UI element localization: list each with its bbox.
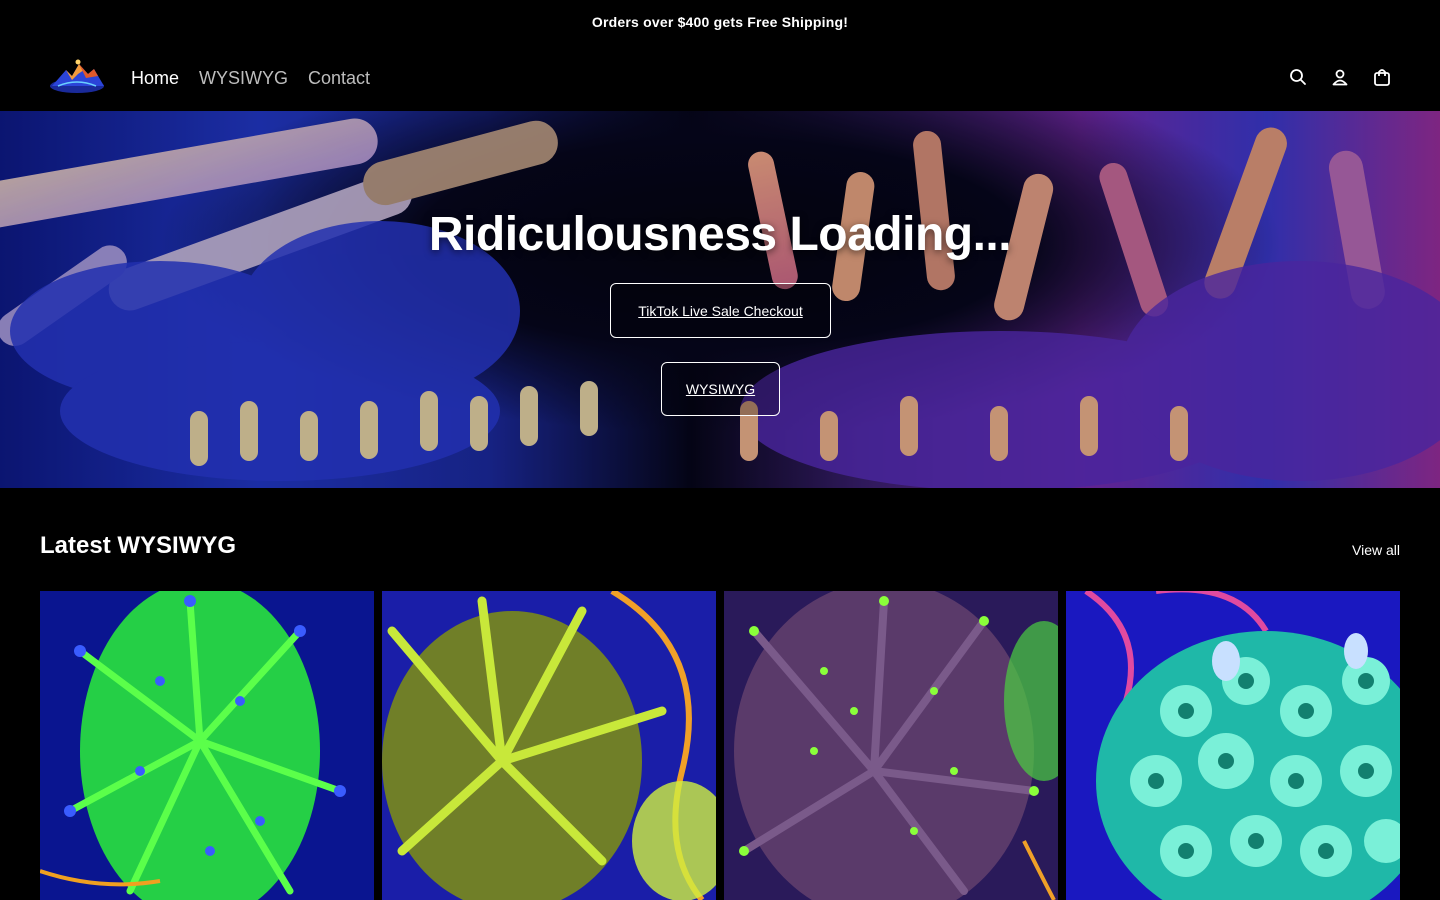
hero-banner: Ridiculousness Loading... TikTok Live Sa… xyxy=(0,111,1440,488)
main-nav: Home WYSIWYG Contact xyxy=(131,64,370,92)
product-image-purple-torch xyxy=(724,591,1058,900)
product-card[interactable] xyxy=(40,591,374,900)
coral-mountain-logo-icon[interactable] xyxy=(48,56,106,96)
product-image-yellow-torch xyxy=(382,591,716,900)
nav-item-home[interactable]: Home xyxy=(131,64,179,92)
product-card[interactable] xyxy=(1066,591,1400,900)
view-all-link[interactable]: View all xyxy=(1352,542,1400,558)
product-card[interactable] xyxy=(382,591,716,900)
announcement-text: Orders over $400 gets Free Shipping! xyxy=(591,14,849,30)
search-icon[interactable] xyxy=(1288,66,1308,88)
site-header: Home WYSIWYG Contact xyxy=(0,44,1440,111)
product-image-teal-zoanthid xyxy=(1066,591,1400,900)
product-image-green-torch xyxy=(40,591,374,900)
product-card[interactable] xyxy=(724,591,1058,900)
nav-item-wysiwyg[interactable]: WYSIWYG xyxy=(199,64,288,92)
cart-icon[interactable] xyxy=(1372,66,1392,88)
nav-item-contact[interactable]: Contact xyxy=(308,64,370,92)
product-grid xyxy=(40,591,1400,900)
announcement-bar: Orders over $400 gets Free Shipping! xyxy=(0,0,1440,44)
wysiwyg-button[interactable]: WYSIWYG xyxy=(661,362,780,416)
account-icon[interactable] xyxy=(1330,66,1350,88)
hero-title: Ridiculousness Loading... xyxy=(428,208,1012,261)
section-title: Latest WYSIWYG xyxy=(40,532,237,559)
header-icons xyxy=(1288,66,1392,88)
tiktok-checkout-button[interactable]: TikTok Live Sale Checkout xyxy=(610,283,831,338)
